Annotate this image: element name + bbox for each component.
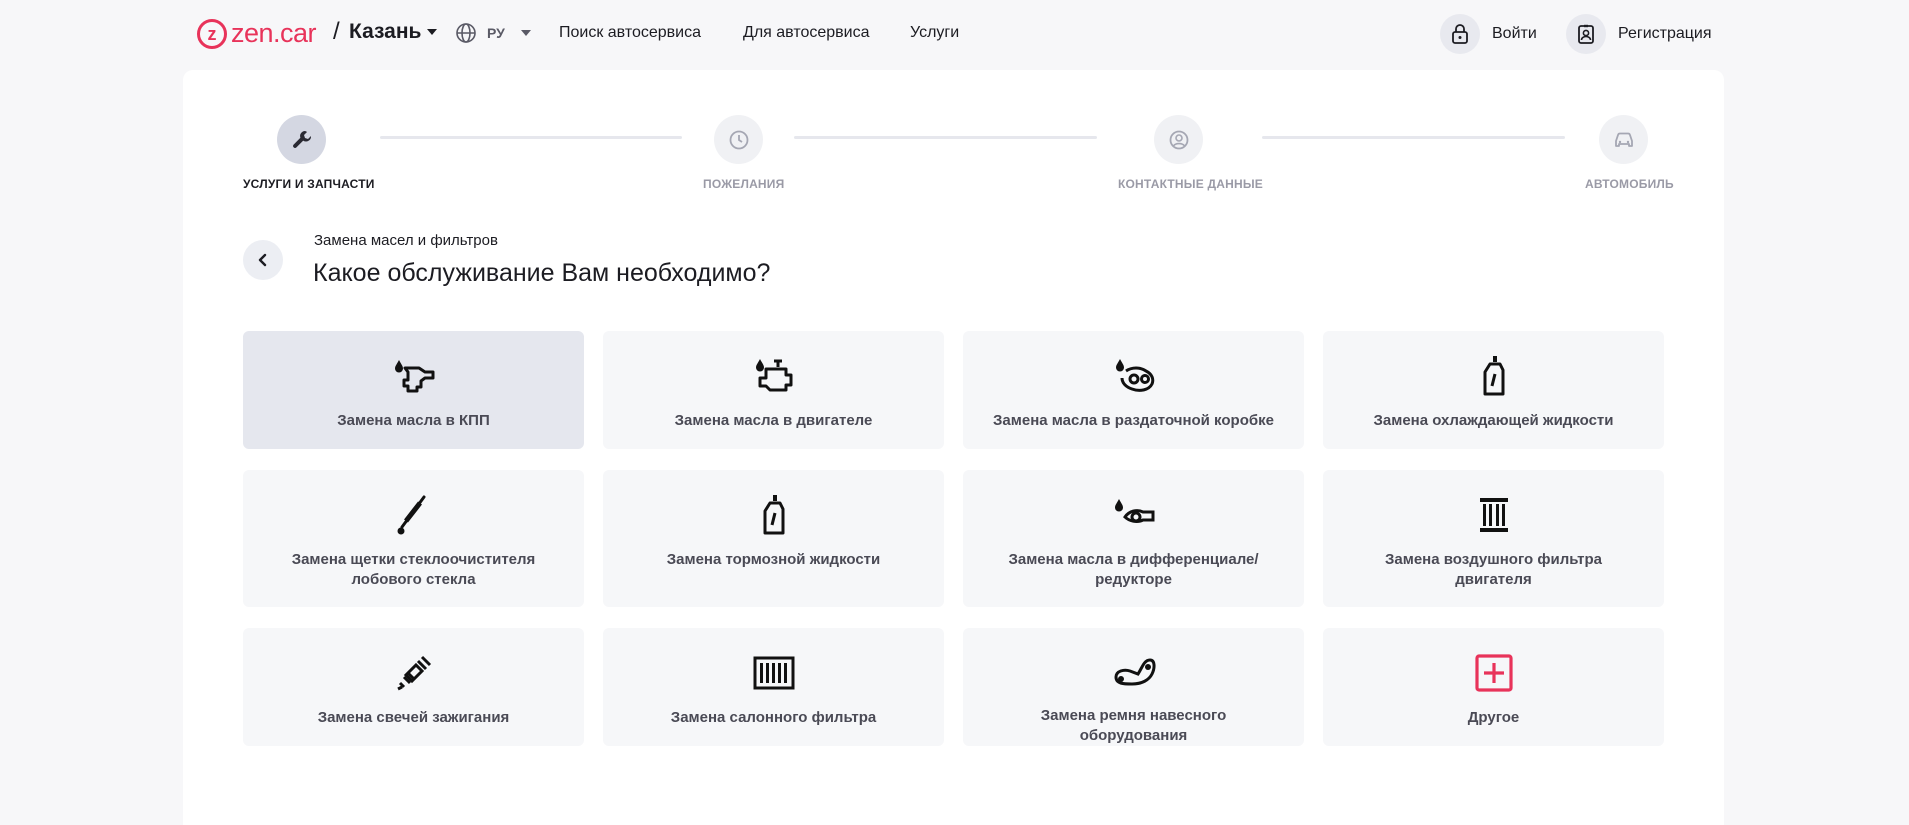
login-button[interactable]: Войти <box>1440 14 1537 54</box>
coolant-bottle-icon <box>1480 355 1508 397</box>
service-label: Замена масла в дифференциале/редукторе <box>1008 551 1259 588</box>
service-label: Замена масла в двигателе <box>674 412 873 429</box>
chevron-down-icon <box>427 29 438 35</box>
service-label: Другое <box>1467 709 1520 726</box>
lock-icon <box>1440 14 1480 54</box>
register-label: Регистрация <box>1618 25 1712 42</box>
step-label-car: АВТОМОБИЛЬ <box>1585 177 1674 191</box>
top-header: z zen.car / Казань РУ Поиск автосервиса … <box>0 0 1909 70</box>
language-selector[interactable]: РУ <box>455 22 531 44</box>
service-tile-differential-oil[interactable]: Замена масла в дифференциале/редукторе <box>963 470 1304 607</box>
step-services-wrench-icon[interactable] <box>277 115 326 164</box>
step-label-contacts: КОНТАКТНЫЕ ДАННЫЕ <box>1118 177 1263 191</box>
nav-find-service[interactable]: Поиск автосервиса <box>559 24 701 42</box>
nav-for-service[interactable]: Для автосервиса <box>743 24 870 42</box>
belt-icon <box>1111 652 1157 692</box>
service-tile-brake-fluid[interactable]: Замена тормозной жидкости <box>603 470 944 607</box>
service-label: Замена свечей зажигания <box>317 709 510 726</box>
service-label: Замена масла в раздаточной коробке <box>993 412 1274 429</box>
air-filter-icon <box>1478 494 1510 536</box>
page-title: Какое обслуживание Вам необходимо? <box>313 259 771 287</box>
language-label: РУ <box>487 25 505 41</box>
logo-text: zen.car <box>231 18 317 48</box>
login-label: Войти <box>1492 25 1537 42</box>
engine-oil-icon <box>752 355 796 397</box>
city-label: Казань <box>349 20 422 43</box>
service-tile-wiper[interactable]: Замена щетки стеклоочистителя лобового с… <box>243 470 584 607</box>
chevron-down-icon <box>520 30 531 36</box>
register-button[interactable]: Регистрация <box>1566 14 1712 54</box>
service-tile-other[interactable]: Другое <box>1323 628 1664 746</box>
separator: / <box>333 18 340 45</box>
service-tile-gearbox-oil[interactable]: Замена масла в КПП <box>243 331 584 449</box>
chevron-left-icon <box>258 253 267 267</box>
step-label-wishes: ПОЖЕЛАНИЯ <box>703 177 785 191</box>
step-connector <box>380 136 682 139</box>
step-car-icon[interactable] <box>1599 115 1648 164</box>
step-contacts-user-circle-icon[interactable] <box>1154 115 1203 164</box>
service-tile-coolant[interactable]: Замена охлаждающей жидкости <box>1323 331 1664 449</box>
service-label: Замена ремня навесного оборудования <box>1040 707 1227 744</box>
service-tile-transfer-case-oil[interactable]: Замена масла в раздаточной коробке <box>963 331 1304 449</box>
service-label: Замена масла в КПП <box>337 412 490 429</box>
service-label: Замена щетки стеклоочистителя лобового с… <box>291 551 536 588</box>
service-label: Замена салонного фильтра <box>670 709 877 726</box>
logo-mark-icon: z <box>197 18 227 49</box>
transfer-case-oil-icon <box>1112 355 1156 397</box>
nav-services[interactable]: Услуги <box>910 24 959 42</box>
service-tile-air-filter[interactable]: Замена воздушного фильтра двигателя <box>1323 470 1664 607</box>
step-wishes-clock-icon[interactable] <box>714 115 763 164</box>
differential-oil-icon <box>1111 494 1157 536</box>
service-tile-engine-oil[interactable]: Замена масла в двигателе <box>603 331 944 449</box>
service-tile-belt[interactable]: Замена ремня навесного оборудования <box>963 628 1304 746</box>
spark-plug-icon <box>394 652 434 694</box>
service-label: Замена охлаждающей жидкости <box>1373 412 1614 429</box>
service-tile-cabin-filter[interactable]: Замена салонного фильтра <box>603 628 944 746</box>
city-selector[interactable]: Казань <box>349 20 438 44</box>
plus-square-icon <box>1474 652 1513 694</box>
step-connector <box>1262 136 1565 139</box>
service-tile-spark-plugs[interactable]: Замена свечей зажигания <box>243 628 584 746</box>
gearbox-oil-icon <box>392 355 436 397</box>
back-button[interactable] <box>243 240 283 280</box>
id-badge-icon <box>1566 14 1606 54</box>
brake-fluid-bottle-icon <box>760 494 788 536</box>
globe-icon <box>456 23 476 43</box>
cabin-filter-icon <box>753 652 795 694</box>
step-connector <box>794 136 1097 139</box>
step-label-services: УСЛУГИ И ЗАПЧАСТИ <box>243 177 375 191</box>
logo[interactable]: z zen.car <box>197 18 317 49</box>
breadcrumb: Замена масел и фильтров <box>314 232 498 249</box>
service-label: Замена тормозной жидкости <box>666 551 881 568</box>
service-label: Замена воздушного фильтра двигателя <box>1385 551 1602 588</box>
wiper-icon <box>394 494 434 536</box>
